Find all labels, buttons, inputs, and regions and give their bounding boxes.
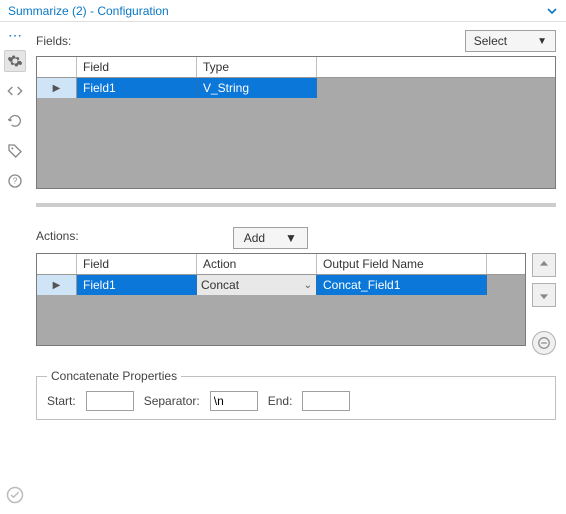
row-handle[interactable]: ▶ xyxy=(37,78,77,98)
chevron-down-icon: ▼ xyxy=(537,36,547,47)
row-handle[interactable]: ▶ xyxy=(37,275,77,295)
output-header[interactable]: Output Field Name xyxy=(317,254,487,274)
actions-label: Actions: xyxy=(36,229,79,243)
concat-legend: Concatenate Properties xyxy=(47,369,181,383)
separator-label: Separator: xyxy=(144,394,200,408)
svg-text:?: ? xyxy=(13,177,18,186)
select-dropdown[interactable]: Select ▼ xyxy=(465,30,556,52)
remove-button[interactable] xyxy=(532,331,556,355)
actions-grid-header: Field Action Output Field Name xyxy=(37,254,525,275)
row-selector-header xyxy=(37,254,77,274)
more-dots-icon[interactable]: ⋯ xyxy=(8,30,22,40)
field-header[interactable]: Field xyxy=(77,254,197,274)
left-tool-strip: ⋯ ? xyxy=(0,22,30,514)
field-cell[interactable]: Field1 xyxy=(77,275,197,295)
apply-check-icon[interactable] xyxy=(6,486,24,504)
title-bar: Summarize (2) - Configuration xyxy=(0,0,566,22)
collapse-chevron-icon[interactable] xyxy=(546,5,558,17)
window-title: Summarize (2) - Configuration xyxy=(8,4,169,18)
output-cell[interactable]: Concat_Field1 xyxy=(317,275,487,295)
actions-grid[interactable]: Field Action Output Field Name ▶ Field1 … xyxy=(36,253,526,346)
end-input[interactable] xyxy=(302,391,350,411)
fields-label: Fields: xyxy=(36,34,71,48)
field-cell[interactable]: Field1 xyxy=(77,78,197,98)
action-cell[interactable]: Concat ⌄ xyxy=(197,275,317,295)
start-input[interactable] xyxy=(86,391,134,411)
add-dropdown-label: Add xyxy=(244,231,265,245)
action-select[interactable]: Concat ⌄ xyxy=(197,275,316,295)
select-dropdown-label: Select xyxy=(474,34,507,48)
fields-grid-header: Field Type xyxy=(37,57,555,78)
row-selector-header xyxy=(37,57,77,77)
table-row[interactable]: ▶ Field1 Concat ⌄ Concat_Field1 xyxy=(37,275,525,295)
refresh-icon[interactable] xyxy=(4,110,26,132)
action-header[interactable]: Action xyxy=(197,254,317,274)
add-dropdown[interactable]: Add ▼ xyxy=(233,227,308,249)
type-header[interactable]: Type xyxy=(197,57,317,77)
move-up-button[interactable] xyxy=(532,253,556,277)
action-select-value: Concat xyxy=(201,278,239,292)
gear-icon[interactable] xyxy=(4,50,26,72)
move-down-button[interactable] xyxy=(532,283,556,307)
main-panel: Fields: Select ▼ Field Type ▶ Field1 V_S… xyxy=(30,22,566,514)
chevron-down-icon: ▼ xyxy=(285,231,297,245)
table-row[interactable]: ▶ Field1 V_String xyxy=(37,78,555,98)
start-label: Start: xyxy=(47,394,76,408)
chevron-down-icon: ⌄ xyxy=(304,280,312,291)
row-pointer-icon: ▶ xyxy=(53,280,61,291)
end-label: End: xyxy=(268,394,293,408)
separator-input[interactable] xyxy=(210,391,258,411)
row-pointer-icon: ▶ xyxy=(53,83,61,94)
help-icon[interactable]: ? xyxy=(4,170,26,192)
panel-divider[interactable] xyxy=(36,203,556,207)
fields-grid[interactable]: Field Type ▶ Field1 V_String xyxy=(36,56,556,189)
field-header[interactable]: Field xyxy=(77,57,197,77)
code-icon[interactable] xyxy=(4,80,26,102)
tag-icon[interactable] xyxy=(4,140,26,162)
type-cell[interactable]: V_String xyxy=(197,78,317,98)
concatenate-properties-group: Concatenate Properties Start: Separator:… xyxy=(36,369,556,420)
